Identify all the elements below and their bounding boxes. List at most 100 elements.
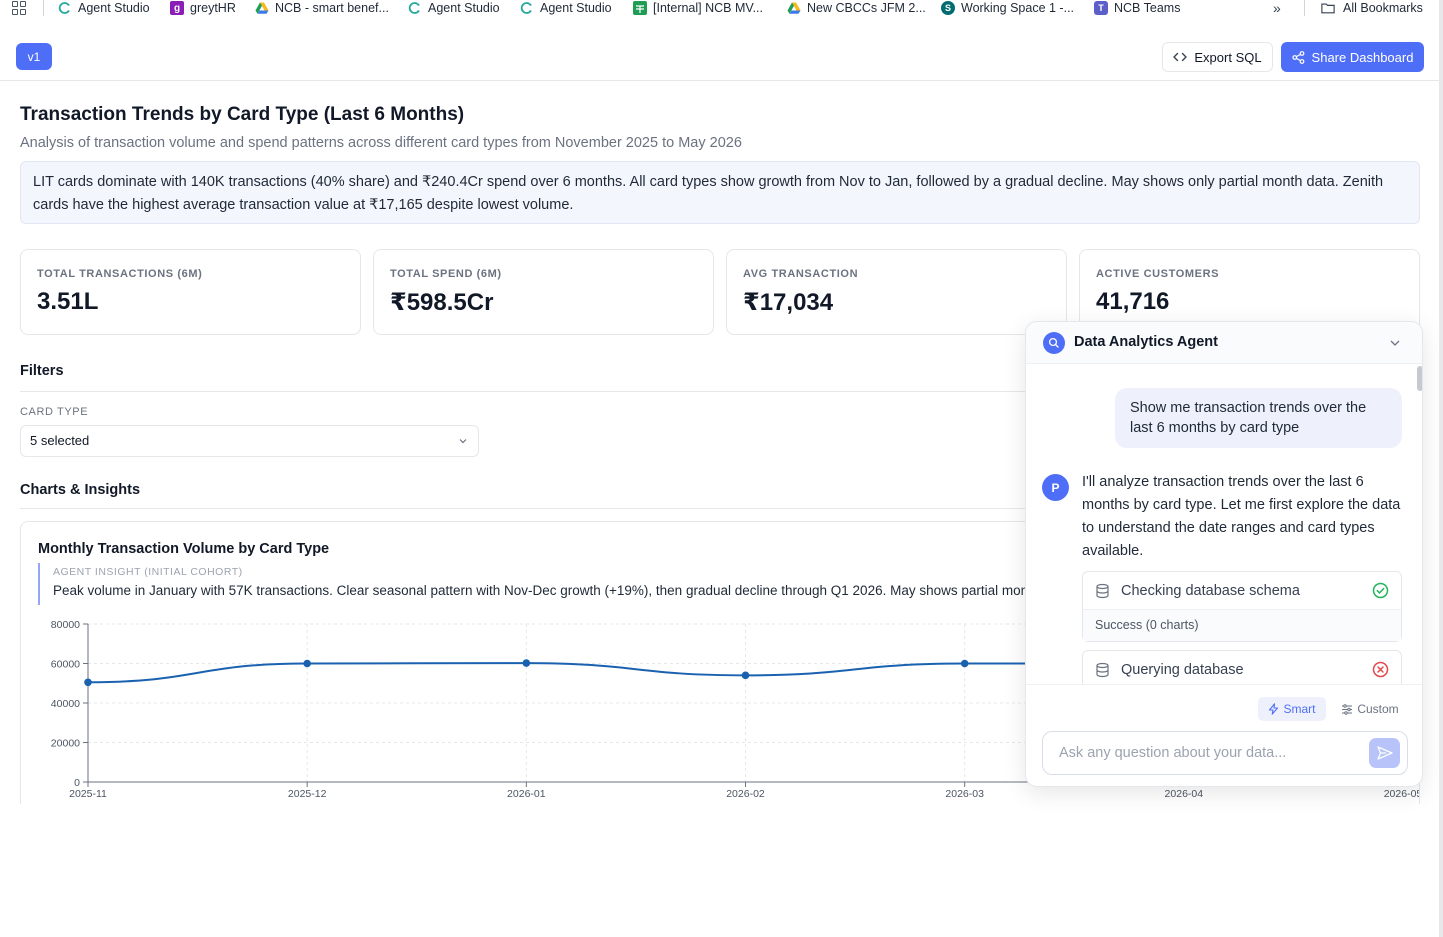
custom-mode-button[interactable]: Custom: [1340, 697, 1400, 721]
chat-messages[interactable]: Show me transaction trends over the last…: [1026, 364, 1422, 684]
sharepoint-icon: S: [941, 1, 955, 15]
google-drive-icon: [255, 1, 269, 15]
smart-mode-label: Smart: [1283, 702, 1316, 716]
send-button[interactable]: [1369, 738, 1400, 768]
step-label: Checking database schema: [1121, 582, 1300, 599]
chat-header[interactable]: Data Analytics Agent: [1026, 322, 1422, 364]
x-tick-label: 2026-05: [1384, 788, 1420, 800]
kpi-label: TOTAL SPEND (6M): [390, 268, 502, 280]
bookmark-label: Agent Studio: [540, 1, 612, 15]
kpi-card-total-spend: TOTAL SPEND (6M) ₹598.5Cr: [373, 249, 714, 335]
y-tick-label: 80000: [51, 619, 80, 631]
y-tick-label: 20000: [51, 738, 80, 750]
kpi-value: ₹17,034: [743, 289, 834, 316]
page-subtitle: Analysis of transaction volume and spend…: [20, 135, 742, 151]
summary-box: LIT cards dominate with 140K transaction…: [20, 161, 1420, 224]
share-dashboard-label: Share Dashboard: [1311, 49, 1414, 65]
x-tick-label: 2026-03: [945, 788, 984, 800]
chevron-down-icon[interactable]: [1389, 337, 1401, 349]
card-type-select[interactable]: 5 selected: [20, 425, 479, 457]
card-type-label: CARD TYPE: [20, 406, 89, 418]
chevron-down-icon: [459, 439, 467, 444]
bookmark-label: NCB Teams: [1114, 1, 1181, 15]
more-bookmarks-chevron-icon[interactable]: »: [1273, 0, 1281, 16]
sliders-icon: [1342, 703, 1353, 715]
all-bookmarks-button[interactable]: All Bookmarks: [1321, 0, 1423, 16]
bookmark-label: Working Space 1 -...: [961, 1, 1075, 15]
y-tick-label: 60000: [51, 659, 80, 671]
bookmark-new-cbccs[interactable]: New CBCCs JFM 2...: [787, 0, 926, 16]
x-tick-label: 2026-01: [507, 788, 546, 800]
bookmark-label: NCB - smart benef...: [275, 1, 389, 15]
kpi-card-total-transactions: TOTAL TRANSACTIONS (6M) 3.51L: [20, 249, 361, 335]
data-point: [303, 659, 311, 668]
teams-icon: T: [1094, 1, 1108, 15]
bookmarks-divider: [43, 0, 44, 16]
kpi-label: TOTAL TRANSACTIONS (6M): [37, 268, 203, 280]
agent-studio-icon: [58, 1, 72, 15]
bookmarks-divider: [1304, 0, 1305, 16]
x-tick-label: 2025-11: [69, 788, 107, 800]
card-type-value: 5 selected: [30, 433, 90, 448]
bookmark-label: Agent Studio: [78, 1, 150, 15]
database-icon: [1096, 583, 1109, 598]
code-icon: [1173, 52, 1188, 62]
chat-scrollbar[interactable]: [1417, 366, 1422, 391]
charts-heading: Charts & Insights: [20, 482, 141, 498]
filters-heading: Filters: [20, 363, 64, 379]
bookmark-working-space[interactable]: S Working Space 1 -...: [941, 0, 1074, 16]
apps-grid-icon[interactable]: [12, 1, 27, 15]
tool-step-query[interactable]: Querying database: [1082, 650, 1402, 684]
agent-studio-icon: [520, 1, 534, 15]
page-bottom-blank: [0, 804, 1443, 937]
chat-title: Data Analytics Agent: [1074, 334, 1218, 350]
folder-icon: [1321, 1, 1335, 15]
y-tick-label: 40000: [51, 698, 80, 710]
check-circle-icon: [1372, 582, 1389, 599]
tool-step-schema[interactable]: Checking database schema Success (0 char…: [1082, 571, 1402, 642]
bookmark-agent-studio-2[interactable]: Agent Studio: [408, 0, 500, 16]
data-point: [522, 659, 531, 667]
all-bookmarks-label: All Bookmarks: [1343, 1, 1423, 15]
bookmark-agent-studio[interactable]: Agent Studio: [58, 0, 150, 16]
bookmark-agent-studio-3[interactable]: Agent Studio: [520, 0, 612, 16]
database-icon: [1096, 662, 1109, 677]
user-message: Show me transaction trends over the last…: [1115, 388, 1402, 448]
bookmark-ncb-smart-benef[interactable]: NCB - smart benef...: [255, 0, 389, 16]
data-point: [960, 659, 969, 668]
bookmark-internal-ncb-mv[interactable]: [Internal] NCB MV...: [633, 0, 763, 16]
step-label: Querying database: [1121, 661, 1244, 678]
x-tick-label: 2026-04: [1165, 788, 1204, 800]
smart-mode-button[interactable]: Smart: [1258, 697, 1326, 721]
step-detail: Success (0 charts): [1083, 609, 1401, 641]
version-badge[interactable]: v1: [16, 43, 52, 70]
window-edge: [1439, 0, 1443, 937]
agent-avatar: P: [1042, 474, 1069, 501]
dashboard-toolbar: v1 Export SQL Share Dashboard: [0, 26, 1443, 81]
export-sql-button[interactable]: Export SQL: [1162, 42, 1273, 72]
greythr-icon: g: [170, 1, 184, 15]
kpi-value: 3.51L: [37, 288, 99, 315]
charts-divider: [20, 508, 1030, 509]
bookmark-label: Agent Studio: [428, 1, 500, 15]
chat-input[interactable]: [1042, 731, 1408, 775]
data-point: [741, 671, 750, 680]
kpi-value: 41,716: [1096, 288, 1170, 315]
mode-bar: Smart Custom: [1026, 684, 1422, 724]
agent-studio-icon: [408, 1, 422, 15]
export-sql-label: Export SQL: [1194, 49, 1262, 65]
chat-panel: Data Analytics Agent Show me transaction…: [1025, 321, 1423, 787]
error-circle-icon: [1372, 661, 1389, 678]
filters-divider: [20, 391, 1030, 392]
lightning-icon: [1269, 703, 1279, 715]
bookmark-ncb-teams[interactable]: T NCB Teams: [1094, 0, 1180, 16]
bookmark-label: greytHR: [190, 1, 236, 15]
bookmark-greythr[interactable]: g greytHR: [170, 0, 236, 16]
share-dashboard-button[interactable]: Share Dashboard: [1281, 42, 1424, 72]
bookmarks-bar: Agent Studio g greytHR NCB - smart benef…: [0, 0, 1443, 17]
bookmark-label: [Internal] NCB MV...: [653, 1, 763, 15]
bookmark-label: New CBCCs JFM 2...: [807, 1, 926, 15]
data-point: [84, 678, 92, 687]
send-icon: [1376, 746, 1393, 760]
agent-message: I'll analyze transaction trends over the…: [1082, 474, 1401, 559]
